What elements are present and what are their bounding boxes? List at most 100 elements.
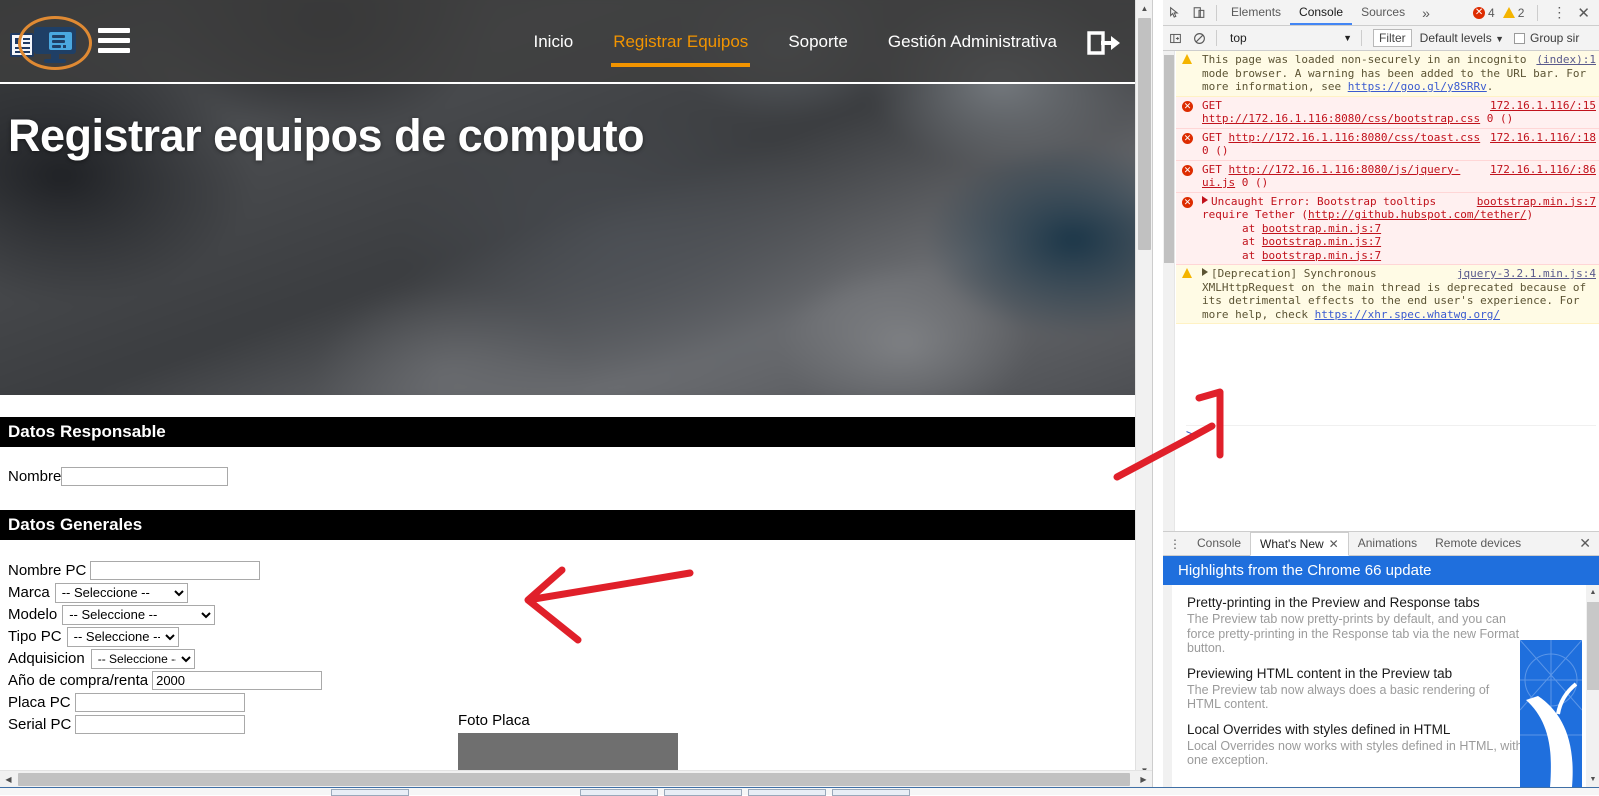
- message-request-url[interactable]: http://172.16.1.116:8080/css/toast.css: [1229, 131, 1481, 144]
- error-count: 4: [1488, 5, 1495, 20]
- group-similar-checkbox[interactable]: [1513, 32, 1525, 44]
- scroll-down-arrow-icon[interactable]: ▼: [1586, 772, 1599, 787]
- stack-frame-link[interactable]: bootstrap.min.js:7: [1262, 249, 1381, 262]
- console-message-error[interactable]: ✕ 172.16.1.116/:86 GET http://172.16.1.1…: [1176, 160, 1599, 193]
- close-icon[interactable]: ✕: [1570, 535, 1599, 552]
- console-message-error[interactable]: ✕ 172.16.1.116/:18 GET http://172.16.1.1…: [1176, 128, 1599, 161]
- hamburger-menu-icon[interactable]: [98, 28, 130, 53]
- marca-select[interactable]: -- Seleccione --: [54, 582, 188, 603]
- chevron-down-icon: ▼: [1495, 34, 1504, 44]
- console-scroll-thumb[interactable]: [1164, 55, 1174, 263]
- console-filter-input[interactable]: Filter: [1373, 29, 1412, 47]
- stack-frame-link[interactable]: bootstrap.min.js:7: [1262, 235, 1381, 248]
- scroll-down-arrow-icon[interactable]: ▼: [1163, 741, 1172, 753]
- error-icon: ✕: [1182, 196, 1193, 208]
- nav-item-gestion-administrativa[interactable]: Gestión Administrativa: [868, 0, 1077, 84]
- placa-pc-input[interactable]: [74, 693, 245, 712]
- console-input-prompt[interactable]: >: [1186, 425, 1596, 441]
- device-toolbar-icon[interactable]: [1187, 1, 1211, 25]
- message-source-link[interactable]: 172.16.1.116/:18: [1490, 131, 1596, 145]
- field-row-nombre: Nombre: [0, 466, 1152, 487]
- tab-elements[interactable]: Elements: [1222, 0, 1290, 25]
- nombre-pc-input[interactable]: [90, 561, 261, 580]
- label-serial-pc: Serial PC: [8, 716, 72, 733]
- scroll-right-arrow-icon[interactable]: ▶: [1135, 771, 1152, 788]
- scroll-up-arrow-icon[interactable]: ▲: [1586, 585, 1599, 600]
- error-icon: ✕: [1182, 164, 1193, 176]
- whats-new-item-body: The Preview tab now always does a basic …: [1187, 682, 1490, 712]
- whats-new-scrollbar[interactable]: ▲ ▼: [1586, 585, 1599, 787]
- drawer-tab-whats-new[interactable]: What's New ✕: [1250, 531, 1349, 556]
- modelo-select[interactable]: -- Seleccione --: [62, 604, 216, 625]
- message-inline-link[interactable]: https://goo.gl/y8SRRv: [1348, 80, 1487, 93]
- drawer-tab-animations[interactable]: Animations: [1349, 532, 1426, 555]
- close-icon[interactable]: ✕: [1575, 4, 1598, 22]
- console-log-area[interactable]: (index):1 This page was loaded non-secur…: [1163, 51, 1599, 531]
- more-tools-kebab-icon[interactable]: ⋮: [1163, 537, 1188, 551]
- message-inline-link[interactable]: http://github.hubspot.com/tether/: [1308, 208, 1527, 221]
- page-horizontal-scrollbar[interactable]: ◀ ▶: [0, 770, 1152, 787]
- message-request-url[interactable]: http://172.16.1.116:8080/css/bootstrap.c…: [1202, 112, 1480, 125]
- field-row-anio: Año de compra/renta: [0, 670, 1152, 691]
- serial-pc-input[interactable]: [75, 715, 246, 734]
- console-scrollbar[interactable]: [1163, 51, 1175, 531]
- tab-sources[interactable]: Sources: [1352, 0, 1414, 25]
- page-vertical-scrollbar[interactable]: ▲ ▼: [1135, 0, 1152, 779]
- devtools-left-gutter: [1153, 0, 1163, 787]
- drawer-tab-console[interactable]: Console: [1188, 532, 1250, 555]
- console-sidebar-icon[interactable]: [1163, 26, 1187, 50]
- message-source-link[interactable]: (index):1: [1536, 53, 1596, 67]
- page-vertical-scroll-thumb[interactable]: [1138, 18, 1151, 250]
- chevron-double-right-icon[interactable]: »: [1414, 5, 1438, 21]
- section-header-datos-generales: Datos Generales: [0, 510, 1135, 540]
- message-source-link[interactable]: 172.16.1.116/:15: [1490, 99, 1596, 113]
- clear-console-icon[interactable]: [1187, 26, 1211, 50]
- section-header-datos-responsable: Datos Responsable: [0, 417, 1135, 447]
- stack-frame-link[interactable]: bootstrap.min.js:7: [1262, 222, 1381, 235]
- message-source-link[interactable]: 172.16.1.116/:86: [1490, 163, 1596, 177]
- field-row-placa-pc: Placa PC: [0, 692, 1152, 713]
- tipo-pc-select[interactable]: -- Seleccione --: [66, 626, 179, 647]
- label-marca: Marca: [8, 584, 50, 601]
- whats-new-item-body: The Preview tab now pretty-prints by def…: [1187, 612, 1520, 655]
- console-filter-toolbar: top ▼ Filter Default levels ▼ Group sir: [1163, 26, 1599, 51]
- console-message-warning[interactable]: (index):1 This page was loaded non-secur…: [1176, 51, 1599, 97]
- console-message-warning-expandable[interactable]: jquery-3.2.1.min.js:4 [Deprecation] Sync…: [1176, 265, 1599, 324]
- message-source-link[interactable]: jquery-3.2.1.min.js:4: [1457, 267, 1596, 281]
- group-similar-toggle[interactable]: Group sir: [1504, 31, 1579, 45]
- scroll-left-arrow-icon[interactable]: ◀: [0, 771, 17, 788]
- drawer-tab-remote-devices[interactable]: Remote devices: [1426, 532, 1530, 555]
- devtools-drawer: ⋮ Console What's New ✕ Animations Remote…: [1163, 531, 1599, 787]
- expand-triangle-icon[interactable]: [1202, 195, 1208, 204]
- more-options-kebab-icon[interactable]: ⋮: [1546, 4, 1572, 21]
- nombre-input[interactable]: [61, 467, 229, 486]
- drawer-tabbar: ⋮ Console What's New ✕ Animations Remote…: [1163, 531, 1599, 556]
- nav-item-soporte[interactable]: Soporte: [768, 0, 868, 84]
- inspect-element-icon[interactable]: [1163, 1, 1187, 25]
- console-message-error-expandable[interactable]: ✕ bootstrap.min.js:7 Uncaught Error: Boo…: [1176, 192, 1599, 265]
- field-row-modelo: Modelo -- Seleccione --: [0, 604, 1152, 625]
- site-logo[interactable]: [10, 16, 92, 70]
- label-nombre-pc: Nombre PC: [8, 562, 87, 579]
- adquisicion-select[interactable]: -- Seleccione --: [90, 648, 195, 669]
- message-inline-link[interactable]: https://xhr.spec.whatwg.org/: [1315, 308, 1500, 321]
- expand-triangle-icon[interactable]: [1202, 268, 1208, 276]
- nav-item-registrar-equipos[interactable]: Registrar Equipos: [593, 0, 768, 84]
- execution-context-select[interactable]: top ▼: [1226, 29, 1356, 48]
- nav-item-inicio[interactable]: Inicio: [514, 0, 594, 84]
- scroll-up-arrow-icon[interactable]: ▲: [1136, 0, 1152, 17]
- logout-icon[interactable]: [1087, 31, 1121, 55]
- console-message-error[interactable]: ✕ 172.16.1.116/:15 GET http://172.16.1.1…: [1176, 96, 1599, 129]
- whats-new-decorative-artwork: [1520, 640, 1582, 787]
- tab-console[interactable]: Console: [1290, 0, 1353, 25]
- warning-count: 2: [1517, 5, 1525, 20]
- close-icon[interactable]: ✕: [1329, 533, 1339, 555]
- browser-page-viewport: Inicio Registrar Equipos Soporte Gestión…: [0, 0, 1152, 795]
- log-levels-dropdown[interactable]: Default levels ▼: [1420, 31, 1504, 45]
- anio-input[interactable]: [152, 671, 323, 690]
- message-status: 0 (): [1480, 112, 1514, 125]
- message-source-link[interactable]: bootstrap.min.js:7: [1477, 195, 1596, 209]
- whats-new-scroll-thumb[interactable]: [1587, 602, 1599, 690]
- page-horizontal-scroll-thumb[interactable]: [18, 773, 1130, 786]
- toolbar-divider: [1361, 30, 1362, 46]
